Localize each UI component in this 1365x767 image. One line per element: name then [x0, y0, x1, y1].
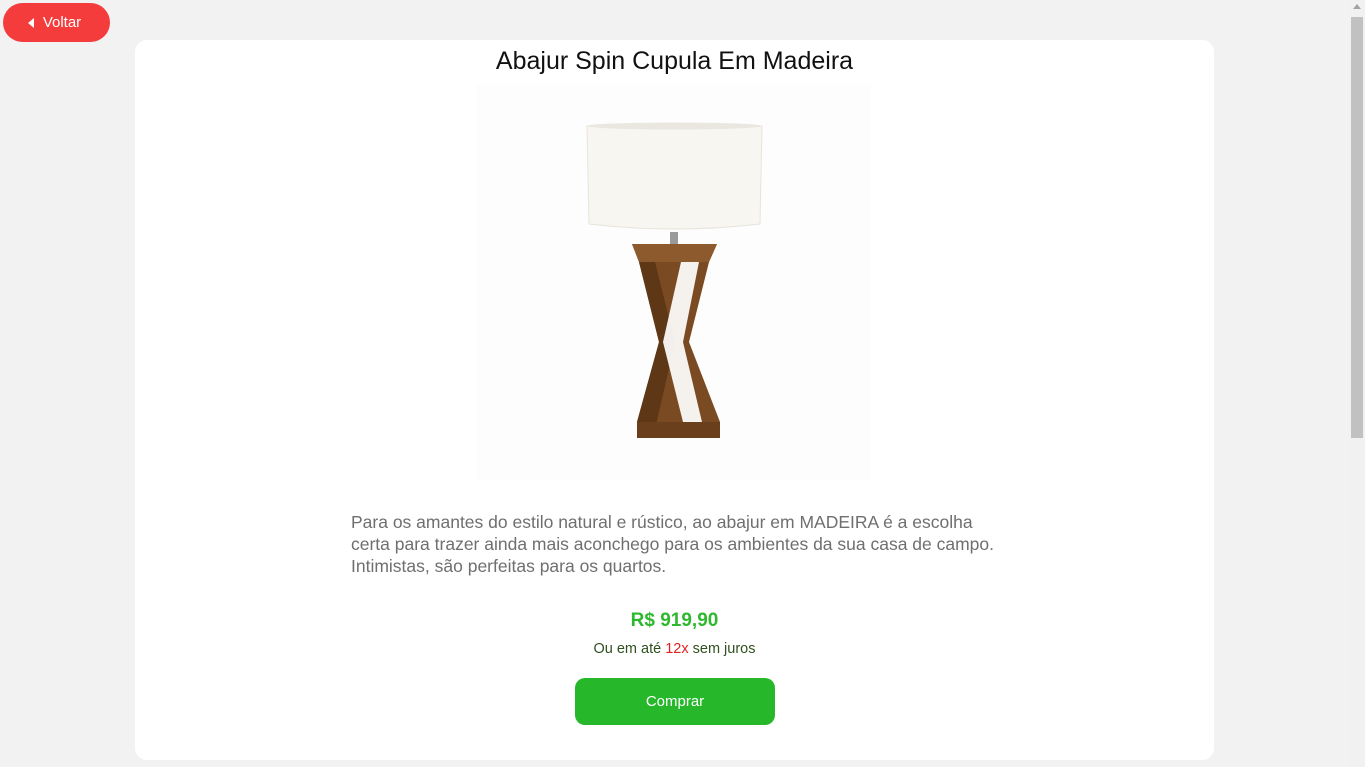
installments-info: Ou em até 12x sem juros: [135, 641, 1214, 657]
installments-prefix: Ou em até: [593, 641, 662, 657]
product-card: Abajur Spin Cupula Em Madeira Para os am…: [135, 40, 1214, 760]
caret-left-icon: [27, 17, 34, 28]
product-image: [477, 84, 871, 480]
scrollbar-thumb[interactable]: [1351, 17, 1363, 438]
product-description: Para os amantes do estilo natural e rúst…: [351, 512, 995, 576]
lamp-illustration: [586, 122, 763, 438]
back-button[interactable]: Voltar: [3, 3, 110, 42]
buy-button-label: Comprar: [645, 693, 705, 710]
installments-count: 12x: [665, 641, 689, 657]
scroll-up-arrow-icon[interactable]: [1353, 4, 1361, 9]
product-price: R$ 919,90: [630, 610, 719, 631]
buy-button[interactable]: Comprar: [575, 678, 775, 725]
vertical-scrollbar[interactable]: [1349, 0, 1365, 767]
page: Voltar Abajur Spin Cupula Em Madeira Par…: [0, 0, 1365, 767]
installments-suffix: sem juros: [692, 641, 756, 657]
back-button-label: Voltar: [42, 14, 82, 31]
product-title: Abajur Spin Cupula Em Madeira: [495, 47, 854, 75]
